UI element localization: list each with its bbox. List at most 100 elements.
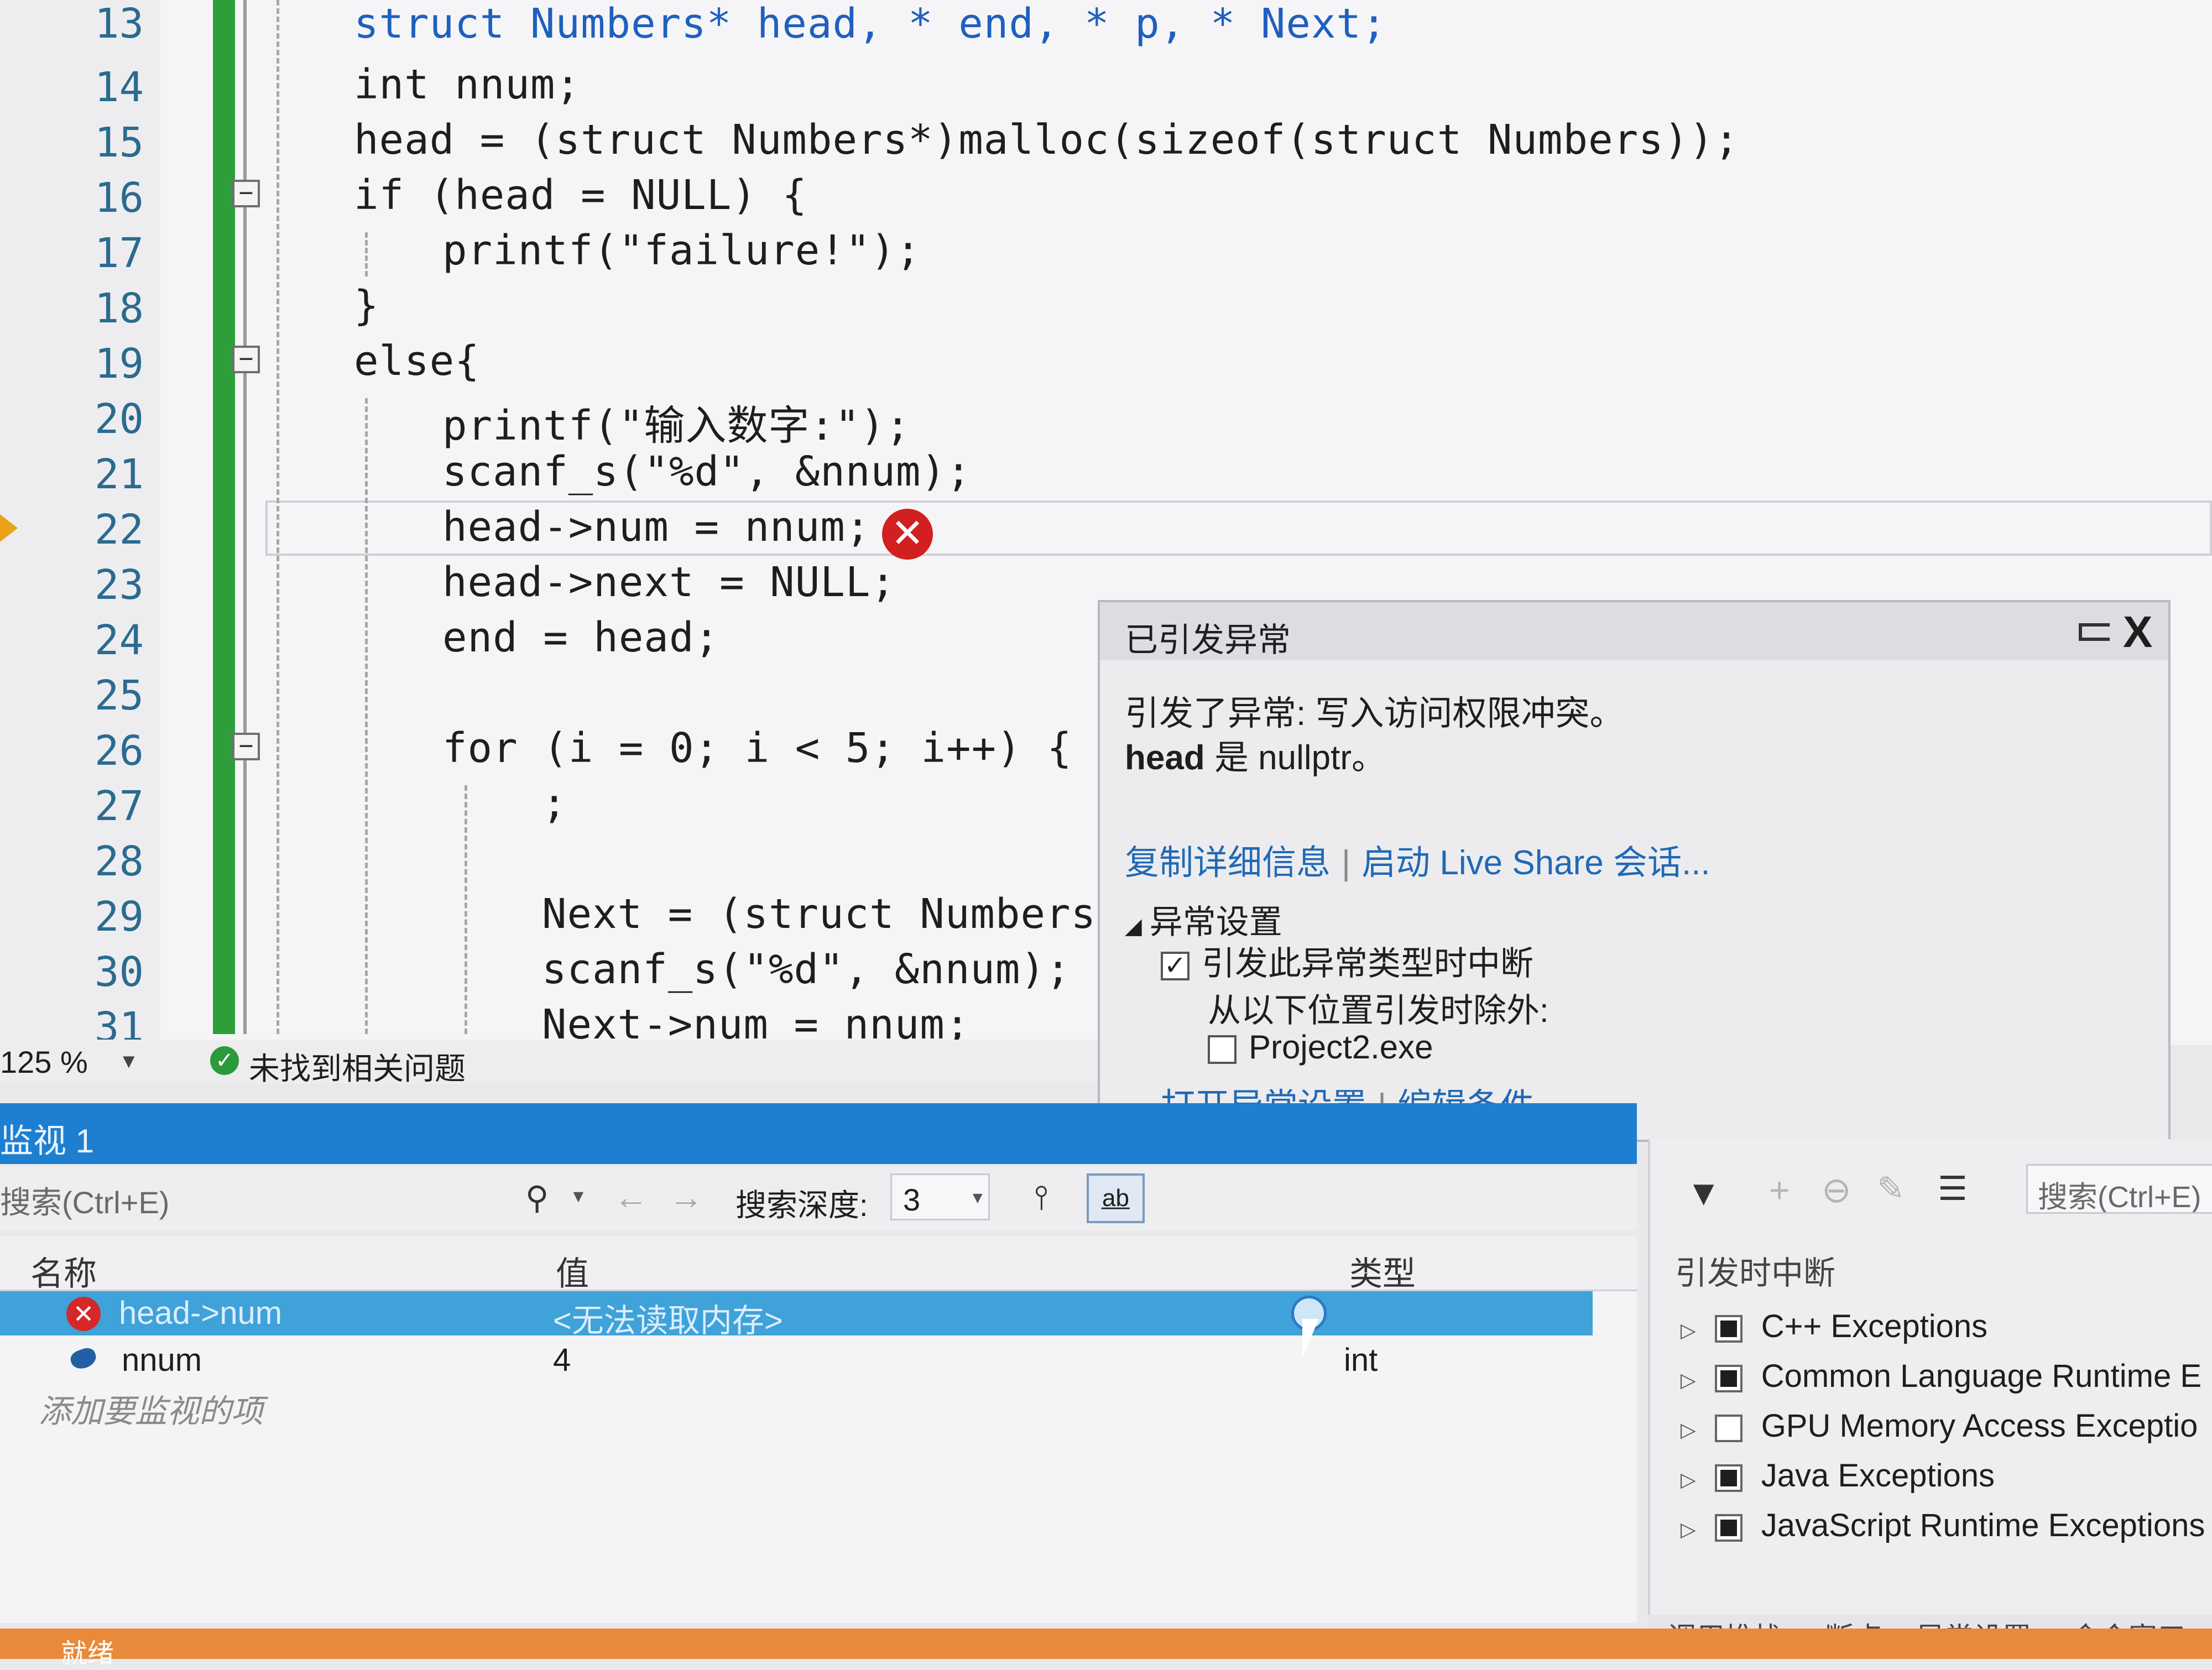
list-view-icon[interactable]: ☰	[1938, 1170, 1968, 1208]
remove-icon: ⊖	[1822, 1170, 1851, 1210]
category-checkbox[interactable]	[1714, 1464, 1743, 1492]
status-bar: 就绪	[0, 1629, 2212, 1668]
exception-category-row[interactable]: ▷ Java Exceptions	[1681, 1457, 1995, 1494]
search-icon[interactable]: ⚲	[525, 1179, 549, 1217]
exception-title: 已引发异常	[1125, 622, 1291, 659]
exception-detail-text: 是 nullptr。	[1204, 739, 1386, 777]
watch-value[interactable]: 4	[553, 1342, 571, 1379]
collapse-toggle-icon[interactable]: −	[232, 180, 260, 207]
outline-rail	[243, 0, 247, 1034]
exception-search-input[interactable]: 搜索(Ctrl+E)	[2026, 1164, 2212, 1214]
error-icon[interactable]: ✕	[882, 509, 933, 560]
code-line: head = (struct Numbers*)malloc(sizeof(st…	[354, 116, 1740, 164]
editor-status-strip: 125 % ▼ ✓ 未找到相关问题	[0, 1040, 1098, 1086]
exception-detail: head 是 nullptr。	[1125, 729, 1386, 779]
pin-icon[interactable]	[2079, 623, 2110, 641]
watch-rows: ✕ head->num <无法读取内存> nnum 4 int 添加要监视的项	[0, 1291, 1637, 1623]
line-number: 13	[94, 0, 144, 48]
column-type[interactable]: 类型	[1349, 1247, 1416, 1295]
chevron-down-icon[interactable]: ▼	[570, 1186, 587, 1207]
watch-value[interactable]: <无法读取内存>	[553, 1295, 783, 1341]
indent-guide	[276, 0, 279, 1034]
exception-category-row[interactable]: ▷ GPU Memory Access Exceptio	[1681, 1407, 2198, 1444]
line-number: 25	[94, 672, 144, 719]
collapse-toggle-icon[interactable]: −	[232, 346, 260, 373]
watch-name[interactable]: nnum	[122, 1342, 202, 1379]
expand-triangle-icon[interactable]: ▷	[1681, 1518, 1696, 1541]
project-label: Project2.exe	[1249, 1029, 1433, 1066]
exception-settings-toggle[interactable]: ◢ 异常设置	[1125, 895, 1282, 943]
code-line: Next = (struct Numbers*)m	[542, 890, 1172, 938]
line-number: 20	[94, 395, 144, 443]
line-number: 28	[94, 838, 144, 885]
project-exclusion-option[interactable]: Project2.exe	[1208, 1028, 1433, 1066]
category-checkbox[interactable]	[1714, 1414, 1743, 1442]
add-watch-item[interactable]: 添加要监视的项	[39, 1385, 263, 1432]
expand-triangle-icon[interactable]: ▷	[1681, 1369, 1696, 1391]
code-line: printf("failure!");	[442, 227, 921, 274]
line-number: 27	[94, 782, 144, 830]
code-line: head->num = nnum;	[442, 503, 871, 551]
category-label: JavaScript Runtime Exceptions	[1761, 1507, 2205, 1543]
live-share-link[interactable]: 启动 Live Share 会话...	[1361, 844, 1710, 882]
copy-details-link[interactable]: 复制详细信息	[1125, 844, 1331, 882]
line-number: 15	[94, 119, 144, 166]
filter-icon[interactable]: ▼	[1686, 1172, 1721, 1213]
code-line: int nnum;	[354, 61, 581, 108]
zoom-level[interactable]: 125 %	[0, 1044, 88, 1080]
category-checkbox[interactable]	[1714, 1314, 1743, 1343]
expand-triangle-icon[interactable]: ▷	[1681, 1418, 1696, 1441]
line-number: 29	[94, 893, 144, 941]
check-circle-icon: ✓	[210, 1046, 239, 1075]
exception-category-row[interactable]: ▷ C++ Exceptions	[1681, 1308, 1987, 1345]
code-line: Next->num = nnum;	[542, 1001, 971, 1045]
line-number: 22	[94, 506, 144, 554]
project-checkbox[interactable]	[1208, 1035, 1237, 1064]
watch-window-titlebar[interactable]: 监视 1	[0, 1103, 1637, 1164]
break-checkbox[interactable]: ✓	[1161, 952, 1190, 981]
back-arrow-icon[interactable]: ←	[614, 1178, 648, 1217]
code-line: end = head;	[442, 614, 720, 661]
watch-window-title: 监视 1	[0, 1123, 95, 1160]
error-icon: ✕	[66, 1297, 101, 1331]
close-icon[interactable]: X	[2123, 607, 2152, 657]
pin-filter-icon[interactable]: ⫯	[1034, 1178, 1048, 1217]
column-value[interactable]: 值	[556, 1247, 589, 1295]
category-checkbox[interactable]	[1714, 1514, 1743, 1542]
forward-arrow-icon[interactable]: →	[669, 1178, 703, 1217]
line-number: 30	[94, 948, 144, 996]
break-on-exception-option[interactable]: ✓ 引发此异常类型时中断	[1161, 937, 1533, 985]
line-number: 16	[94, 174, 144, 222]
watch-search-input[interactable]: 搜索(Ctrl+E)	[0, 1178, 592, 1222]
exception-settings-panel: ▼ + ⊖ ✎ ☰ 搜索(Ctrl+E) 引发时中断 ▷ C++ Exceptio…	[1648, 1139, 2212, 1615]
exception-popup-header: 已引发异常 X	[1100, 602, 2168, 660]
exception-category-row[interactable]: ▷ Common Language Runtime E	[1681, 1358, 2201, 1395]
code-line: if (head = NULL) {	[354, 171, 807, 219]
code-line: printf("输入数字:");	[442, 402, 911, 450]
collapse-toggle-icon[interactable]: −	[232, 733, 260, 760]
table-row[interactable]: ✕ head->num <无法读取内存>	[0, 1291, 1593, 1339]
line-number: 21	[94, 451, 144, 498]
line-number: 26	[94, 727, 144, 775]
watch-name[interactable]: head->num	[119, 1295, 282, 1332]
exception-variable: head	[1125, 739, 1205, 777]
line-number: 17	[94, 229, 144, 277]
expand-triangle-icon[interactable]: ▷	[1681, 1468, 1696, 1491]
break-when-thrown-heading: 引发时中断	[1675, 1255, 1836, 1291]
column-name[interactable]: 名称	[30, 1247, 97, 1295]
search-depth-select[interactable]: 3 ▼	[890, 1173, 990, 1220]
category-checkbox[interactable]	[1714, 1364, 1743, 1392]
expanded-triangle-icon: ◢	[1125, 914, 1142, 938]
chevron-down-icon[interactable]: ▼	[119, 1050, 139, 1073]
line-number: 14	[94, 64, 144, 111]
break-label: 引发此异常类型时中断	[1202, 945, 1533, 982]
table-row[interactable]: nnum 4 int	[0, 1338, 1593, 1382]
exception-category-row[interactable]: ▷ JavaScript Runtime Exceptions	[1681, 1507, 2205, 1544]
category-label: Java Exceptions	[1761, 1458, 1995, 1494]
hex-display-button[interactable]: a̲b̲	[1087, 1173, 1145, 1223]
watch-type: int	[1344, 1342, 1378, 1378]
code-line: ;	[542, 780, 567, 827]
except-from-label: 从以下位置引发时除外:	[1208, 992, 1549, 1029]
expand-triangle-icon[interactable]: ▷	[1681, 1319, 1696, 1342]
watch-toolbar: 搜索(Ctrl+E) ⚲ ▼ ← → 搜索深度: 3 ▼ ⫯ a̲b̲	[0, 1167, 1637, 1230]
